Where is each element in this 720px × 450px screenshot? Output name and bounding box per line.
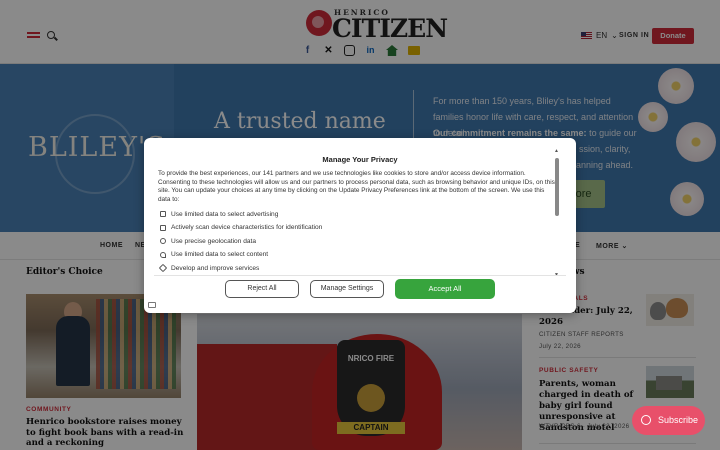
dialog-separator: [154, 275, 566, 276]
purpose-label: Actively scan device characteristics for…: [171, 224, 323, 232]
privacy-dialog-body[interactable]: To provide the best experiences, our 141…: [158, 170, 558, 273]
cookie-settings-icon[interactable]: [148, 302, 156, 308]
purpose-item: Use limited data to select content: [158, 248, 558, 262]
privacy-dialog: Manage Your Privacy To provide the best …: [144, 138, 576, 313]
rocket-icon: [158, 263, 168, 273]
subscribe-button[interactable]: Subscribe: [632, 406, 705, 435]
subscribe-label: Subscribe: [658, 415, 699, 425]
privacy-description: To provide the best experiences, our 141…: [158, 170, 555, 203]
location-pin-icon: [160, 238, 166, 245]
advertising-icon: [160, 211, 166, 218]
manage-settings-button[interactable]: Manage Settings: [310, 280, 384, 298]
purpose-item: Use limited data to select advertising: [158, 207, 558, 221]
scrollbar-thumb[interactable]: [555, 158, 559, 216]
purpose-label: Use limited data to select advertising: [171, 210, 279, 218]
reject-all-button[interactable]: Reject All: [225, 280, 299, 298]
purpose-item: Actively scan device characteristics for…: [158, 221, 558, 235]
purpose-label: Develop and improve services: [171, 264, 260, 272]
purpose-item: Use precise geolocation data: [158, 234, 558, 248]
purpose-label: Use limited data to select content: [171, 251, 269, 259]
purpose-label: Use precise geolocation data: [171, 237, 257, 245]
subscribe-icon: [641, 415, 651, 425]
accept-all-button[interactable]: Accept All: [395, 279, 495, 299]
purpose-item: Develop and improve services: [158, 261, 558, 273]
device-scan-icon: [160, 224, 166, 231]
dialog-scrollbar[interactable]: ▲ ▼: [554, 148, 560, 278]
content-icon: [160, 251, 166, 258]
privacy-dialog-title: Manage Your Privacy: [322, 155, 398, 164]
scroll-up-arrow-icon[interactable]: ▲: [554, 148, 559, 154]
